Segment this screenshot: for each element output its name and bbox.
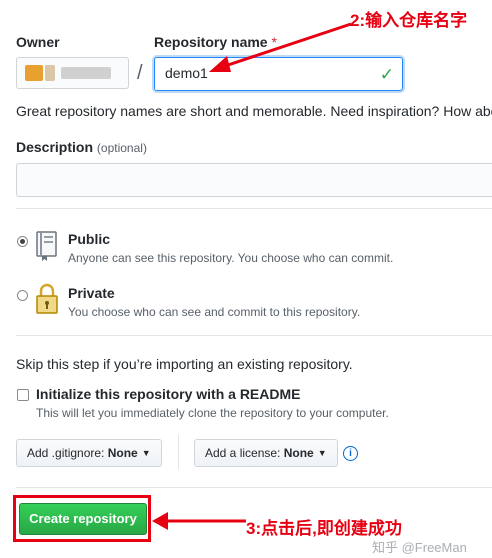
annotation-arrow-3 (152, 512, 246, 530)
readme-label[interactable]: Initialize this repository with a README (36, 386, 300, 402)
owner-repo-separator: / (137, 62, 143, 84)
readme-desc: This will let you immediately clone the … (36, 406, 389, 420)
license-value: None (283, 446, 314, 460)
public-radio[interactable] (17, 236, 28, 247)
private-desc: You choose who can see and commit to thi… (68, 305, 361, 319)
repo-name-value: demo1 (165, 65, 208, 81)
private-radio[interactable] (17, 290, 28, 301)
annotation-step2: 2:输入仓库名字 (350, 11, 468, 30)
license-dropdown[interactable]: Add a license: None ▼ (194, 439, 338, 467)
divider-3 (16, 487, 492, 488)
repo-name-hint: Great repository names are short and mem… (16, 103, 492, 119)
owner-label: Owner (16, 34, 60, 50)
skip-note: Skip this step if you’re importing an ex… (16, 356, 353, 372)
create-repository-button[interactable]: Create repository (19, 503, 147, 535)
description-input[interactable] (16, 163, 492, 197)
info-icon[interactable]: i (343, 446, 358, 461)
owner-name-blur (61, 67, 111, 79)
divider-2 (16, 335, 492, 336)
watermark: 知乎 @FreeMan (372, 540, 467, 555)
description-label-text: Description (16, 139, 94, 155)
caret-down-icon: ▼ (141, 448, 151, 458)
owner-avatar-blur (45, 65, 55, 81)
divider-1 (16, 208, 492, 209)
optional-note: (optional) (96, 141, 147, 155)
description-label: Description (optional) (16, 139, 147, 155)
dropdown-separator (178, 435, 179, 469)
readme-checkbox[interactable] (17, 389, 29, 401)
gitignore-prefix: Add .gitignore: (27, 446, 105, 460)
lock-icon (35, 283, 59, 320)
gitignore-dropdown[interactable]: Add .gitignore: None ▼ (16, 439, 162, 467)
check-icon: ✓ (379, 65, 394, 84)
owner-select[interactable] (16, 57, 129, 89)
private-title: Private (68, 285, 115, 301)
gitignore-value: None (107, 446, 138, 460)
public-desc: Anyone can see this repository. You choo… (68, 251, 394, 265)
book-icon (35, 230, 59, 267)
owner-avatar (25, 65, 43, 81)
public-title: Public (68, 231, 111, 247)
caret-down-icon: ▼ (317, 448, 327, 458)
annotation-arrow-2 (209, 22, 352, 72)
license-prefix: Add a license: (205, 446, 281, 460)
annotation-step3: 3:点击后,即创建成功 (246, 519, 402, 538)
